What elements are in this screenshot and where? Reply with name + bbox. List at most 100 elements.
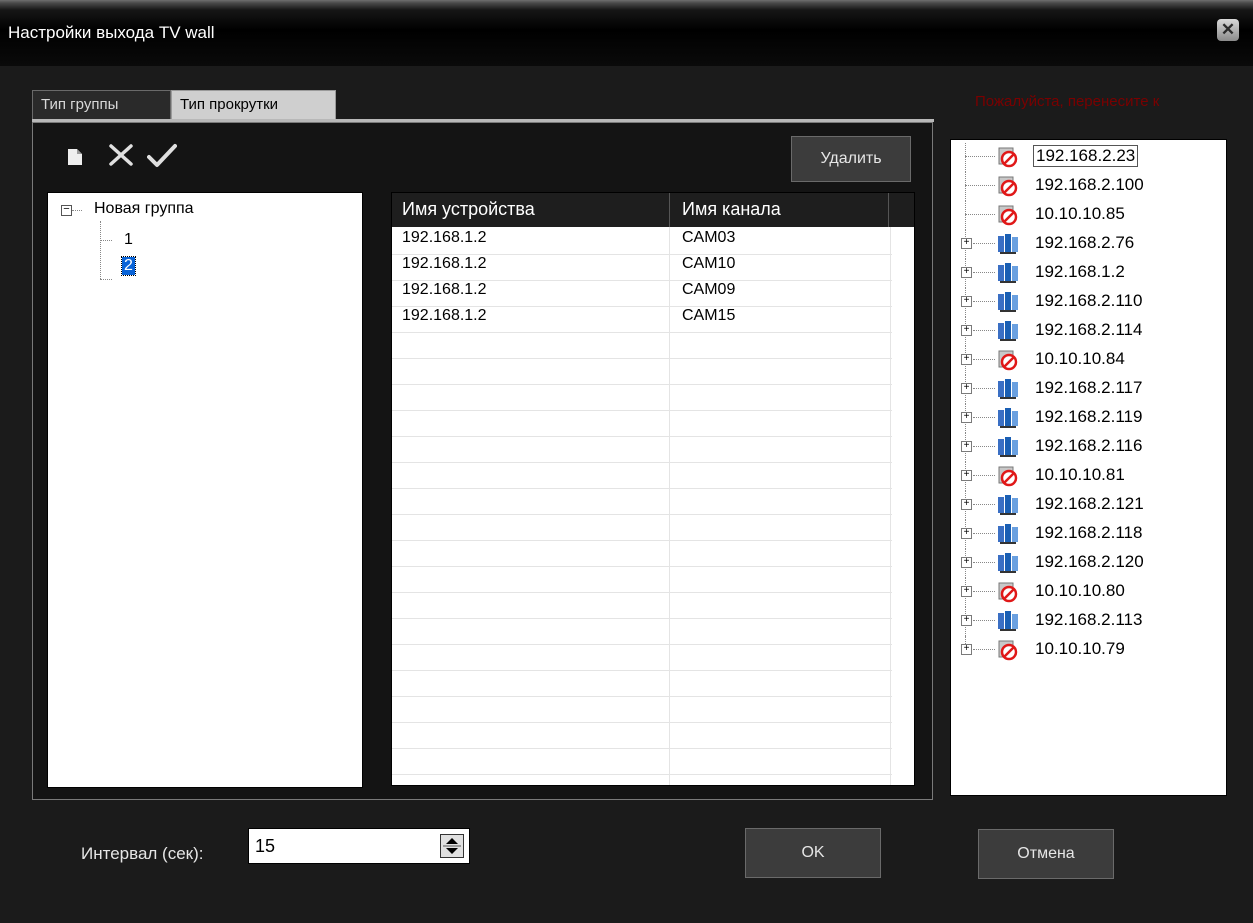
table-row — [392, 566, 892, 593]
device-label[interactable]: 192.168.2.119 — [1033, 407, 1144, 427]
table-row[interactable]: 192.168.1.2 CAM10 — [392, 254, 892, 281]
tree-root-new-group[interactable]: Новая группа — [94, 200, 194, 218]
device-label[interactable]: 192.168.2.100 — [1033, 175, 1146, 195]
tree-item-2-selected[interactable]: 2 — [121, 256, 136, 276]
device-node[interactable]: +192.168.2.110 — [951, 288, 1221, 317]
confirm-group-button[interactable] — [147, 143, 177, 175]
device-label[interactable]: 10.10.10.79 — [1033, 639, 1127, 659]
table-row — [392, 384, 892, 411]
device-node[interactable]: +192.168.2.116 — [951, 433, 1221, 462]
device-node[interactable]: +192.168.2.76 — [951, 230, 1221, 259]
tree-item-1[interactable]: 1 — [124, 231, 133, 249]
device-node[interactable]: +192.168.2.119 — [951, 404, 1221, 433]
device-label[interactable]: 192.168.2.113 — [1033, 610, 1144, 630]
spin-down-icon[interactable] — [446, 848, 458, 854]
device-label[interactable]: 192.168.2.120 — [1033, 552, 1146, 572]
cell-channel-name: CAM15 — [682, 307, 736, 324]
device-label[interactable]: 10.10.10.81 — [1033, 465, 1127, 485]
expand-icon[interactable]: + — [961, 325, 972, 336]
table-row — [392, 462, 892, 489]
device-node[interactable]: +192.168.2.117 — [951, 375, 1221, 404]
expand-icon[interactable]: + — [961, 354, 972, 365]
table-header: Имя устройства Имя канала — [392, 193, 914, 227]
device-node[interactable]: +192.168.2.118 — [951, 520, 1221, 549]
device-node[interactable]: 192.168.2.100 — [951, 172, 1221, 201]
table-row — [392, 696, 892, 723]
camera-offline-icon — [997, 175, 1019, 197]
device-label[interactable]: 10.10.10.85 — [1033, 204, 1127, 224]
device-label[interactable]: 10.10.10.84 — [1033, 349, 1127, 369]
column-channel-name[interactable]: Имя канала — [682, 199, 781, 220]
expand-icon[interactable]: + — [961, 557, 972, 568]
delete-x-icon — [109, 144, 133, 166]
table-row — [392, 592, 892, 619]
table-row — [392, 488, 892, 515]
device-label[interactable]: 192.168.2.117 — [1033, 378, 1144, 398]
device-node[interactable]: +192.168.2.120 — [951, 549, 1221, 578]
expand-icon[interactable]: + — [961, 528, 972, 539]
cell-device-name: 192.168.1.2 — [402, 229, 487, 246]
camera-online-icon — [997, 552, 1019, 574]
device-node[interactable]: +10.10.10.79 — [951, 636, 1221, 664]
expand-icon[interactable]: + — [961, 238, 972, 249]
device-node[interactable]: 192.168.2.23 — [951, 143, 1221, 172]
cell-channel-name: CAM03 — [682, 229, 736, 246]
camera-online-icon — [997, 436, 1019, 458]
device-node[interactable]: +192.168.2.114 — [951, 317, 1221, 346]
tab-group-type[interactable]: Тип группы — [32, 90, 171, 120]
channel-table: Имя устройства Имя канала 192.168.1.2 CAM… — [391, 192, 915, 786]
device-label[interactable]: 192.168.1.2 — [1033, 262, 1127, 282]
new-group-button[interactable] — [66, 143, 84, 173]
expand-icon[interactable]: + — [961, 499, 972, 510]
camera-offline-icon — [997, 204, 1019, 226]
device-label[interactable]: 10.10.10.80 — [1033, 581, 1127, 601]
cancel-button[interactable]: Отмена — [978, 829, 1114, 879]
table-row — [392, 332, 892, 359]
expand-icon[interactable]: + — [961, 296, 972, 307]
device-node[interactable]: 10.10.10.85 — [951, 201, 1221, 230]
device-label[interactable]: 192.168.2.76 — [1033, 233, 1136, 253]
device-node[interactable]: +10.10.10.81 — [951, 462, 1221, 491]
interval-spinner[interactable] — [440, 834, 464, 858]
camera-offline-icon — [997, 639, 1019, 661]
tab-scroll-type[interactable]: Тип прокрутки — [171, 90, 336, 120]
close-button[interactable]: ✕ — [1217, 19, 1239, 41]
camera-online-icon — [997, 610, 1019, 632]
camera-online-icon — [997, 262, 1019, 284]
device-node[interactable]: +10.10.10.80 — [951, 578, 1221, 607]
expand-icon[interactable]: + — [961, 644, 972, 655]
table-row — [392, 748, 892, 775]
camera-online-icon — [997, 291, 1019, 313]
device-node[interactable]: +192.168.2.121 — [951, 491, 1221, 520]
cell-device-name: 192.168.1.2 — [402, 255, 487, 272]
expand-icon[interactable]: + — [961, 470, 972, 481]
collapse-toggle[interactable]: − — [61, 204, 72, 216]
expand-icon[interactable]: + — [961, 615, 972, 626]
interval-label: Интервал (сек): — [81, 844, 204, 863]
device-node[interactable]: +192.168.2.113 — [951, 607, 1221, 636]
table-row[interactable]: 192.168.1.2 CAM03 — [392, 228, 892, 255]
device-label[interactable]: 192.168.2.121 — [1033, 494, 1146, 514]
interval-input[interactable]: 15 — [248, 828, 470, 864]
device-label[interactable]: 192.168.2.114 — [1033, 320, 1144, 340]
expand-icon[interactable]: + — [961, 267, 972, 278]
device-label[interactable]: 192.168.2.118 — [1033, 523, 1144, 543]
ok-button[interactable]: OK — [745, 828, 881, 878]
spin-up-icon[interactable] — [446, 838, 458, 844]
device-label[interactable]: 192.168.2.23 — [1033, 145, 1139, 167]
delete-group-button[interactable] — [108, 143, 134, 173]
device-label[interactable]: 192.168.2.116 — [1033, 436, 1144, 456]
expand-icon[interactable]: + — [961, 383, 972, 394]
camera-online-icon — [997, 494, 1019, 516]
new-file-icon — [68, 149, 82, 165]
device-label[interactable]: 192.168.2.110 — [1033, 291, 1144, 311]
expand-icon[interactable]: + — [961, 412, 972, 423]
table-row[interactable]: 192.168.1.2 CAM09 — [392, 280, 892, 307]
expand-icon[interactable]: + — [961, 441, 972, 452]
device-node[interactable]: +192.168.1.2 — [951, 259, 1221, 288]
table-row[interactable]: 192.168.1.2 CAM15 — [392, 306, 892, 333]
expand-icon[interactable]: + — [961, 586, 972, 597]
column-device-name[interactable]: Имя устройства — [402, 199, 535, 220]
device-node[interactable]: +10.10.10.84 — [951, 346, 1221, 375]
delete-button[interactable]: Удалить — [791, 136, 911, 182]
